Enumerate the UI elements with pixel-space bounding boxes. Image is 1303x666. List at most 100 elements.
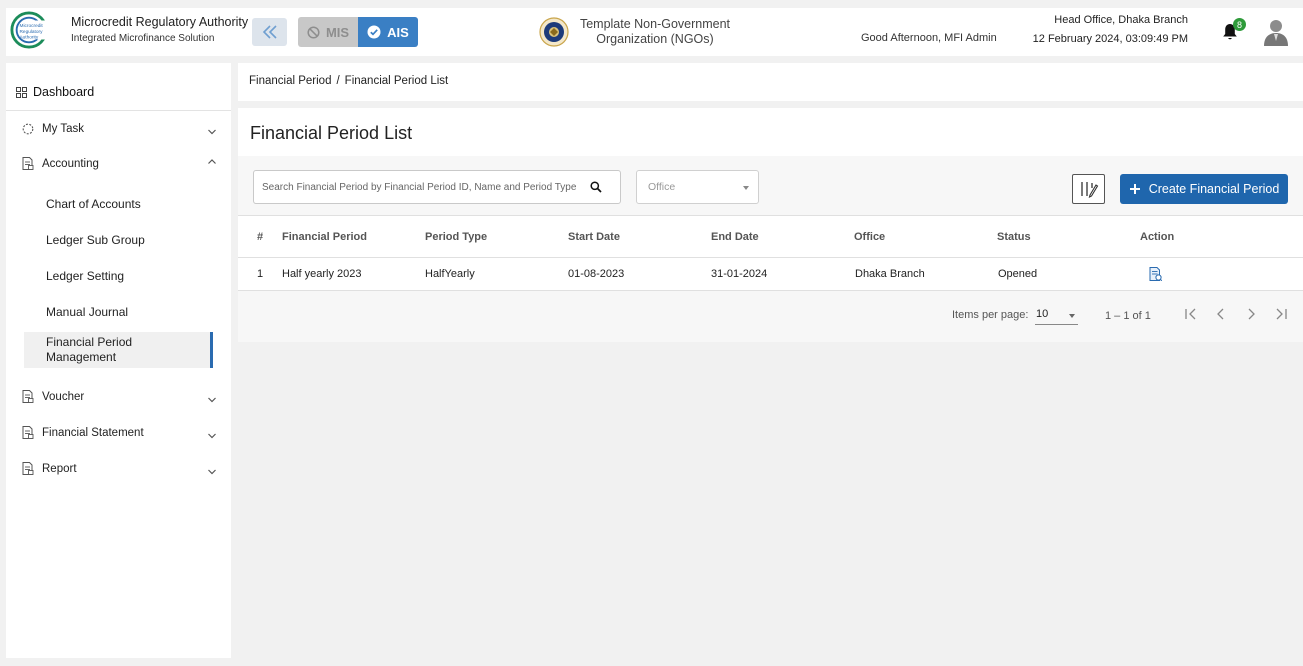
chevron-down-icon (208, 469, 216, 475)
sidebar-item-dashboard[interactable]: Dashboard (16, 85, 94, 99)
office-select[interactable]: Office (636, 170, 759, 204)
svg-text:Regulatory: Regulatory (20, 29, 44, 35)
sidebar-subitem-ledger-setting[interactable]: Ledger Setting (46, 269, 124, 283)
column-header-office[interactable]: Office (854, 231, 885, 243)
sidebar-item-report[interactable]: Report (22, 462, 217, 475)
sidebar-subitem-ledger-sub-group[interactable]: Ledger Sub Group (46, 233, 145, 247)
last-page-icon (1276, 308, 1287, 320)
next-page-button[interactable] (1243, 306, 1259, 322)
grid-icon (16, 86, 27, 98)
block-icon (307, 25, 320, 39)
report-label: Report (42, 462, 77, 475)
caret-down-icon (1069, 314, 1075, 318)
cell-start-date: 01-08-2023 (568, 268, 625, 280)
document-icon (22, 426, 34, 439)
branch-name: Head Office, Dhaka Branch (1054, 14, 1188, 26)
table-row[interactable]: 1 Half yearly 2023 HalfYearly 01-08-2023… (238, 258, 1303, 291)
column-settings-button[interactable] (1072, 174, 1105, 204)
sidebar-item-voucher[interactable]: Voucher (22, 390, 217, 403)
cell-period-type: HalfYearly (425, 268, 475, 280)
caret-down-icon (743, 186, 749, 190)
page-title: Financial Period List (250, 123, 413, 143)
create-financial-period-label: Create Financial Period (1148, 182, 1280, 196)
document-icon (22, 157, 34, 170)
document-icon (22, 390, 34, 403)
chevron-down-icon (208, 129, 216, 135)
ais-toggle-button[interactable]: AIS (358, 17, 418, 47)
mis-toggle-button[interactable]: MIS (298, 17, 358, 47)
breadcrumb-parent[interactable]: Financial Period (249, 75, 331, 87)
first-page-icon (1185, 308, 1196, 320)
sidebar-subitem-manual-journal[interactable]: Manual Journal (46, 305, 128, 319)
mra-logo-icon: Microcredit Regulatory Authority (10, 11, 48, 49)
chevron-up-icon (208, 159, 216, 164)
chevron-down-icon (208, 433, 216, 439)
breadcrumb: Financial Period / Financial Period List (249, 75, 448, 87)
column-header-end-date[interactable]: End Date (711, 231, 759, 243)
user-avatar-icon[interactable] (1264, 19, 1288, 46)
sidebar-item-financial-statement[interactable]: Financial Statement (22, 426, 217, 439)
sidebar-divider (6, 110, 231, 111)
sidebar-subitem-financial-period-management[interactable]: Financial Period Management (24, 332, 213, 368)
sidebar-subitem-chart-of-accounts[interactable]: Chart of Accounts (46, 197, 141, 211)
cell-end-date: 31-01-2024 (711, 268, 768, 280)
collapse-sidebar-button[interactable] (252, 18, 287, 46)
check-circle-icon (367, 25, 381, 39)
financial-period-management-label: Financial Period Management (46, 335, 133, 364)
current-datetime: 12 February 2024, 03:09:49 PM (1032, 33, 1188, 45)
org-title: Microcredit Regulatory Authority (71, 15, 249, 29)
search-box[interactable] (253, 170, 621, 204)
voucher-label: Voucher (42, 390, 85, 403)
svg-text:Microcredit: Microcredit (20, 23, 44, 29)
chevron-left-icon (1217, 308, 1224, 320)
dashboard-label: Dashboard (33, 85, 95, 99)
double-chevron-left-icon (262, 25, 277, 39)
cell-financial-period: Half yearly 2023 (282, 268, 362, 280)
column-header-financial-period[interactable]: Financial Period (282, 231, 367, 243)
table-header: # Financial Period Period Type Start Dat… (238, 215, 1303, 258)
chevron-down-icon (208, 397, 216, 403)
create-financial-period-button[interactable]: Create Financial Period (1120, 174, 1288, 204)
search-input[interactable] (262, 179, 592, 195)
column-header-index[interactable]: # (257, 231, 263, 243)
office-placeholder: Office (648, 181, 676, 193)
financial-statement-label: Financial Statement (42, 426, 144, 439)
previous-page-button[interactable] (1213, 306, 1229, 322)
page-range: 1 – 1 of 1 (1105, 310, 1151, 322)
top-header: Microcredit Regulatory Authority Microcr… (6, 8, 1303, 56)
spinner-icon (22, 123, 34, 135)
column-header-status[interactable]: Status (997, 231, 1031, 243)
document-icon (22, 462, 34, 475)
org-subtitle: Integrated Microfinance Solution (71, 33, 215, 44)
first-page-button[interactable] (1183, 306, 1199, 322)
content-panel: Office Create Financial Period # Financi… (238, 156, 1303, 342)
column-header-period-type[interactable]: Period Type (425, 231, 487, 243)
notification-badge: 8 (1233, 18, 1246, 31)
items-per-page-value: 10 (1036, 308, 1049, 320)
search-icon[interactable] (590, 181, 602, 193)
cell-office: Dhaka Branch (855, 268, 925, 280)
sidebar-item-my-task[interactable]: My Task (22, 123, 217, 135)
sidebar-item-accounting[interactable]: Accounting (22, 157, 217, 170)
plus-icon (1129, 184, 1140, 194)
mis-label: MIS (325, 24, 350, 40)
title-bar: Financial Period List (238, 108, 1303, 156)
government-seal-icon (539, 17, 569, 47)
my-task-label: My Task (42, 123, 84, 135)
items-per-page-select[interactable]: 10 (1035, 305, 1078, 325)
column-header-start-date[interactable]: Start Date (568, 231, 620, 243)
column-header-action: Action (1140, 231, 1175, 243)
greeting-text: Good Afternoon, MFI Admin (861, 32, 997, 44)
view-details-icon[interactable] (1149, 267, 1162, 281)
chevron-right-icon (1248, 308, 1255, 320)
accounting-label: Accounting (42, 157, 99, 170)
svg-text:Authority: Authority (20, 35, 39, 41)
breadcrumb-separator: / (336, 75, 340, 87)
cell-status: Opened (998, 268, 1038, 280)
last-page-button[interactable] (1273, 306, 1289, 322)
items-per-page-label: Items per page: (952, 309, 1029, 321)
ais-label: AIS (387, 24, 409, 40)
ngo-name: Template Non-Government Organization (NG… (579, 17, 731, 46)
cell-index: 1 (257, 268, 264, 280)
breadcrumb-bar: Financial Period / Financial Period List (238, 63, 1303, 101)
